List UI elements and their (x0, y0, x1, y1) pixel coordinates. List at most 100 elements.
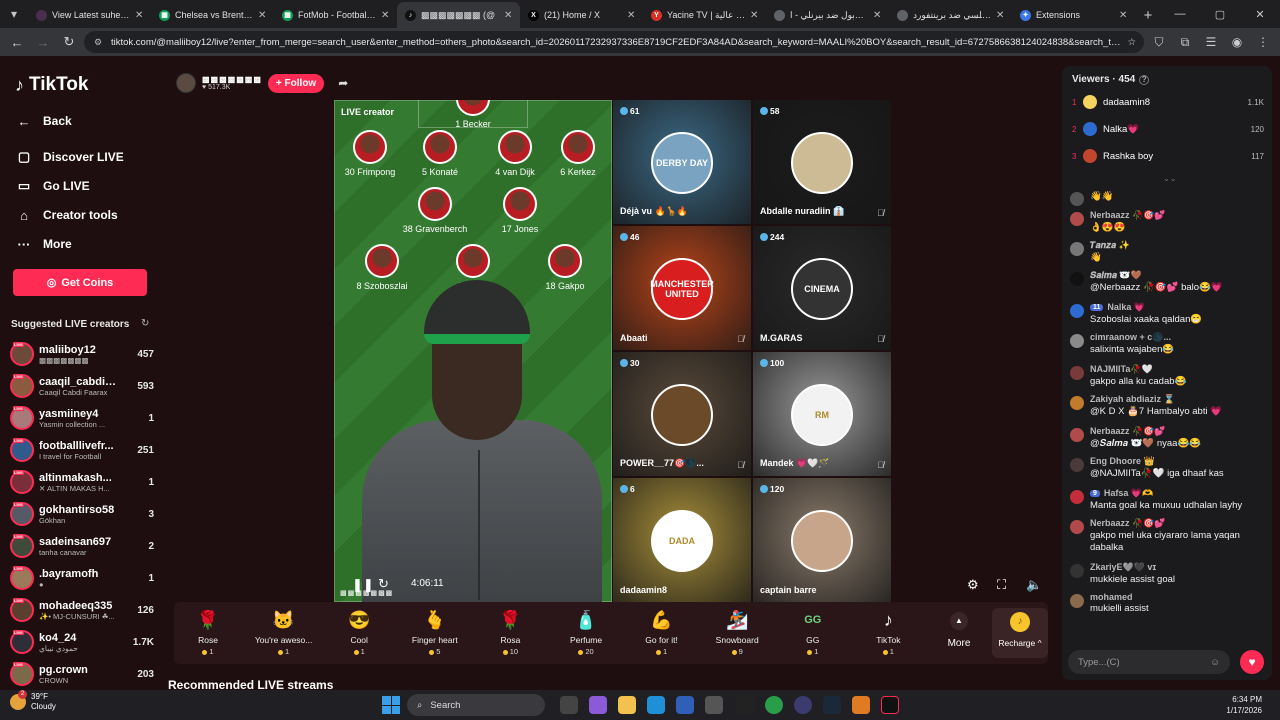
chat-username[interactable]: cimraanow + c🌑... (1090, 332, 1266, 343)
host-name[interactable]: ▩▩▩▩▩▩▩ (202, 75, 262, 84)
guest-tile[interactable]: 100 RM Mandek 💗🤍🪄 🎙̸ (753, 352, 891, 476)
bookmark-star-icon[interactable]: ☆ (1127, 37, 1136, 48)
guest-tile[interactable]: 58 Abdalle nuradiin 👔 🎙̸ (753, 100, 891, 224)
chat-avatar[interactable] (1070, 272, 1084, 286)
chat-avatar[interactable] (1070, 520, 1084, 534)
fullscreen-icon[interactable]: ⛶ (997, 577, 1006, 593)
guest-tile[interactable]: 61 DERBY DAY Déjà vu 🔥🦒🔥 (613, 100, 751, 224)
site-info-icon[interactable]: ⚙ (92, 36, 104, 48)
tab-search-icon[interactable]: ▾ (0, 0, 28, 28)
chat-avatar[interactable] (1070, 458, 1084, 472)
suggested-creator[interactable]: LIVE gokhantirso58 Gökhan 3 (10, 499, 154, 529)
browser-tab[interactable]: ▦ Chelsea vs Brentford ✕ (151, 2, 274, 28)
tab-close-icon[interactable]: ✕ (258, 10, 268, 21)
chat-username[interactable]: Nerbaazz 🥀🎯💕 (1090, 210, 1266, 221)
refresh-icon[interactable]: ↻ (141, 318, 149, 329)
chat-username[interactable]: NAJMIITa🥀🤍 (1090, 364, 1266, 375)
steam-icon[interactable] (823, 696, 841, 714)
url-text[interactable]: tiktok.com/@maliiboy12/live?enter_from_m… (111, 37, 1120, 48)
more-gifts-button[interactable]: ▲ More (944, 612, 974, 649)
top-viewer-row[interactable]: 1 dadaamin8 1.1K (1072, 93, 1264, 111)
address-bar[interactable]: ⚙ tiktok.com/@maliiboy12/live?enter_from… (84, 31, 1144, 53)
suggested-creator[interactable]: LIVE footballlivefr... I travel for Footba… (10, 435, 154, 465)
browser-menu-icon[interactable]: ⋮ (1252, 31, 1274, 53)
app2-icon[interactable] (794, 696, 812, 714)
suggested-creator[interactable]: LIVE caaqil_cabdi_... Caaqil Cabdi Faarax 5… (10, 371, 154, 401)
gift-item[interactable]: 😎 Cool 1 (324, 608, 394, 656)
suggested-creator[interactable]: LIVE mohadeeq335 ✨• MJ-CUNSURI ☘... 126 (10, 595, 154, 625)
new-tab-button[interactable]: + (1135, 2, 1161, 28)
host-video[interactable]: LIVE creator 1 Becker 30 Frimpong 5 Konaté… (334, 100, 612, 602)
gift-item[interactable]: 🐱 You're aweso... 1 (249, 608, 319, 656)
guest-tile[interactable]: 244 CINEMA M.GARAS 🎙̸ (753, 226, 891, 350)
edge-icon[interactable] (647, 696, 665, 714)
store-icon[interactable] (676, 696, 694, 714)
chat-avatar[interactable] (1070, 428, 1084, 442)
chat-username[interactable]: 11 Nalka 💗 (1090, 302, 1266, 313)
nav-creator-tools[interactable]: ⌂ Creator tools (15, 204, 160, 226)
collapse-chevron-icon[interactable]: ⌄⌄ (1163, 174, 1176, 183)
gift-item[interactable]: 🌹 Rosa 10 (475, 608, 545, 656)
tiktok-app-icon[interactable] (881, 696, 899, 714)
tab-close-icon[interactable]: ✕ (873, 10, 883, 21)
back-arrow-icon[interactable]: ← (6, 31, 28, 53)
gift-item[interactable]: ♪ TikTok 1 (853, 608, 923, 656)
gift-item[interactable]: 🧴 Perfume 20 (551, 608, 621, 656)
browser-tab[interactable]: تشيلسي ضد برينتفورد ✕ (889, 2, 1012, 28)
chat-username[interactable]: Nerbaazz 🥀🎯💕 (1090, 518, 1266, 529)
chat-username[interactable]: mohamed (1090, 592, 1266, 602)
taskbar-search[interactable]: ⌕ Search (407, 694, 545, 716)
chat-avatar[interactable] (1070, 396, 1084, 410)
suggested-creator[interactable]: LIVE maliiboy12 ▩▩▩▩▩▩▩ 457 (10, 339, 154, 369)
gift-item[interactable]: 💪 Go for it! 1 (627, 608, 697, 656)
gift-item[interactable]: 🏂 Snowboard 9 (702, 608, 772, 656)
nav-discover-live[interactable]: ▢ Discover LIVE (15, 146, 160, 168)
chat-input[interactable]: Type...(C) ☺ (1068, 650, 1230, 674)
reload-icon[interactable]: ↻ (58, 31, 80, 53)
tab-close-icon[interactable]: ✕ (504, 10, 514, 21)
get-coins-button[interactable]: ◎ Get Coins (13, 269, 147, 296)
chat-username[interactable]: ZkariyE🩶🖤 vɪ (1090, 562, 1266, 573)
guest-tile[interactable]: 120 captain barre (753, 478, 891, 602)
gift-item[interactable]: GG GG 1 (778, 608, 848, 656)
copilot-icon[interactable] (589, 696, 607, 714)
volume-icon[interactable]: 🔈 (1026, 577, 1042, 593)
chat-avatar[interactable] (1070, 192, 1084, 206)
heart-like-button[interactable]: ♥ (1240, 650, 1264, 674)
forward-arrow-icon[interactable]: → (32, 31, 54, 53)
chat-username[interactable]: 9 Hafsa 💗🫶 (1090, 488, 1266, 499)
viewers-header[interactable]: Viewers · 454 ? (1072, 74, 1150, 85)
guest-tile[interactable]: 46 MANCHESTER UNITED Abaati 🎙̸ (613, 226, 751, 350)
nav-go-live[interactable]: ▭ Go LIVE (15, 175, 160, 197)
clock[interactable]: 6:34 PM 1/17/2026 (1226, 694, 1262, 716)
suggested-creator[interactable]: LIVE altinmakash... ✕ ALTIN MAKAS H... 1 (10, 467, 154, 497)
browser-tab[interactable]: ليفربول ضد بيرنلي - ا ✕ (766, 2, 889, 28)
suggested-creator[interactable]: LIVE ko4_24 حمودي نيباي 1.7K (10, 627, 154, 657)
chat-avatar[interactable] (1070, 490, 1084, 504)
gift-item[interactable]: 🫰 Finger heart 5 (400, 608, 470, 656)
emoji-icon[interactable]: ☺ (1210, 657, 1220, 668)
task-view-icon[interactable] (560, 696, 578, 714)
windows-start-icon[interactable] (382, 696, 400, 714)
top-viewer-row[interactable]: 3 Rashka boy 117 (1072, 147, 1264, 165)
extensions-icon[interactable]: ⧉ (1174, 31, 1196, 53)
tab-close-icon[interactable]: ✕ (996, 10, 1006, 21)
shield-extension-icon[interactable]: ⛉ (1148, 31, 1170, 53)
suggested-creator[interactable]: LIVE yasmiiney4 Yasmin collection ... 1 (10, 403, 154, 433)
app-icon[interactable] (705, 696, 723, 714)
tab-close-icon[interactable]: ✕ (1119, 10, 1129, 21)
nav-back[interactable]: ← Back (15, 110, 160, 132)
suggested-creator[interactable]: LIVE sadeinsan697 tanha canavar 2 (10, 531, 154, 561)
minimize-icon[interactable]: — (1160, 0, 1200, 28)
tiktok-logo[interactable]: ♪ TikTok (15, 74, 88, 96)
chat-username[interactable]: Nerbaazz 🥀🎯💕 (1090, 426, 1266, 437)
browser-tab[interactable]: Y Yacine TV | جودة عالية ✕ (643, 2, 766, 28)
chat-avatar[interactable] (1070, 242, 1084, 256)
chrome-icon[interactable] (765, 696, 783, 714)
weather-widget[interactable]: 2 39°F Cloudy (10, 690, 56, 712)
host-avatar[interactable] (176, 73, 196, 93)
media-icon[interactable] (736, 696, 754, 714)
file-explorer-icon[interactable] (618, 696, 636, 714)
chat-username[interactable]: 𝑺𝒂𝒍𝒎𝒂 🐻‍❄️🤎 (1090, 270, 1266, 281)
suggested-creator[interactable]: LIVE pg.crown CROWN 203 (10, 659, 154, 689)
